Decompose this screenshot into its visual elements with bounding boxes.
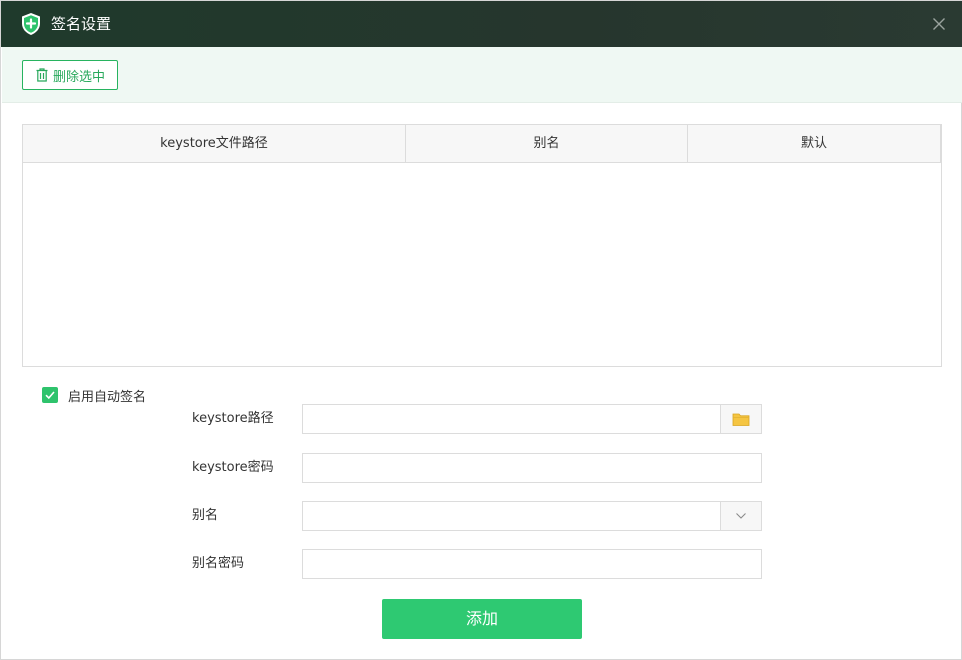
keystore-table: keystore文件路径 别名 默认 [22, 124, 942, 367]
table-body[interactable] [23, 163, 941, 366]
keystore-password-field [302, 453, 762, 483]
shield-plus-icon [20, 12, 42, 36]
delete-selected-button[interactable]: 删除选中 [22, 60, 118, 90]
trash-icon [36, 68, 48, 82]
table-header: keystore文件路径 别名 默认 [23, 125, 941, 163]
alias-password-input[interactable] [303, 550, 761, 578]
column-header-keystore-path[interactable]: keystore文件路径 [23, 125, 406, 163]
chevron-down-icon [736, 513, 746, 519]
alias-label: 别名 [192, 508, 219, 523]
alias-password-field [302, 549, 762, 579]
column-header-default[interactable]: 默认 [688, 125, 941, 163]
keystore-path-field [302, 404, 762, 434]
window-title: 签名设置 [51, 15, 112, 33]
check-icon [45, 391, 55, 400]
toolbar: 删除选中 [2, 47, 962, 103]
keystore-password-label: keystore密码 [192, 460, 274, 475]
add-button[interactable]: 添加 [382, 599, 582, 639]
close-icon[interactable] [931, 16, 947, 32]
auto-sign-toggle[interactable]: 启用自动签名 [42, 387, 147, 405]
signature-settings-dialog: 签名设置 删除选中 keystore文件路径 别名 默认 启用自动签名 keys… [0, 0, 962, 660]
auto-sign-label: 启用自动签名 [68, 389, 147, 405]
column-header-alias[interactable]: 别名 [406, 125, 688, 163]
keystore-password-input[interactable] [303, 454, 761, 482]
delete-selected-label: 删除选中 [52, 69, 105, 85]
title-bar[interactable]: 签名设置 [1, 1, 962, 47]
alias-dropdown-button[interactable] [720, 502, 761, 530]
alias-password-label: 别名密码 [192, 556, 245, 571]
browse-button[interactable] [720, 405, 761, 433]
alias-select[interactable] [302, 501, 762, 531]
auto-sign-checkbox[interactable] [42, 387, 58, 403]
folder-icon [732, 413, 750, 426]
keystore-path-label: keystore路径 [192, 411, 274, 426]
keystore-path-input[interactable] [303, 405, 721, 433]
